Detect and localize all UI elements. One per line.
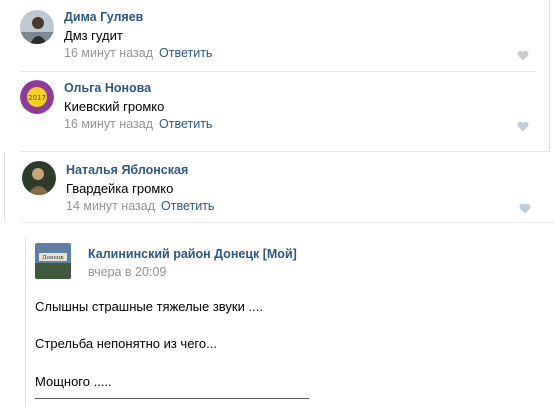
- comment-text: Киевский громко: [64, 99, 165, 114]
- avatar[interactable]: 2017: [20, 80, 54, 114]
- post-date[interactable]: вчера в 20:09: [88, 265, 166, 279]
- comment-time[interactable]: 16 минут назад: [64, 117, 153, 131]
- heart-icon[interactable]: [517, 119, 529, 132]
- divider: [22, 222, 555, 223]
- comment-author[interactable]: Наталья Яблонская: [66, 163, 188, 177]
- post-text-line: Стрельба непонятно из чего...: [35, 336, 217, 351]
- comment-meta: 16 минут назад Ответить: [64, 117, 212, 131]
- comment-author[interactable]: Ольга Нонова: [64, 81, 151, 95]
- comment-meta: 14 минут назад Ответить: [66, 199, 214, 213]
- reply-button[interactable]: Ответить: [159, 46, 212, 60]
- comment-meta: 16 минут назад Ответить: [64, 46, 212, 60]
- comment-time[interactable]: 16 минут назад: [64, 46, 153, 60]
- group-avatar-caption: Донецк: [42, 255, 64, 261]
- avatar-badge-text: 2017: [28, 94, 46, 102]
- divider: [20, 151, 550, 152]
- reply-button[interactable]: Ответить: [161, 199, 214, 213]
- heart-icon[interactable]: [517, 48, 529, 61]
- post-text-line: Мощного .....: [35, 374, 112, 389]
- comment-author[interactable]: Дима Гуляев: [64, 10, 143, 24]
- avatar[interactable]: [20, 10, 54, 44]
- avatar[interactable]: [22, 161, 56, 195]
- post-text-line: Слышны страшные тяжелые звуки ....: [35, 299, 263, 314]
- repost-bar: [25, 238, 26, 407]
- comment-time[interactable]: 14 минут назад: [66, 199, 155, 213]
- comment-text: Дмз гудит: [64, 28, 123, 43]
- post-separator: [35, 398, 309, 399]
- panel-edge: [549, 0, 550, 152]
- post-author[interactable]: Калининский район Донецк [Мой]: [88, 247, 297, 261]
- divider: [20, 71, 535, 72]
- comment-text: Гвардейка громко: [66, 181, 174, 196]
- thread-line: [4, 152, 5, 222]
- reply-button[interactable]: Ответить: [159, 117, 212, 131]
- group-avatar[interactable]: Донецк: [35, 243, 71, 279]
- heart-icon[interactable]: [519, 201, 531, 214]
